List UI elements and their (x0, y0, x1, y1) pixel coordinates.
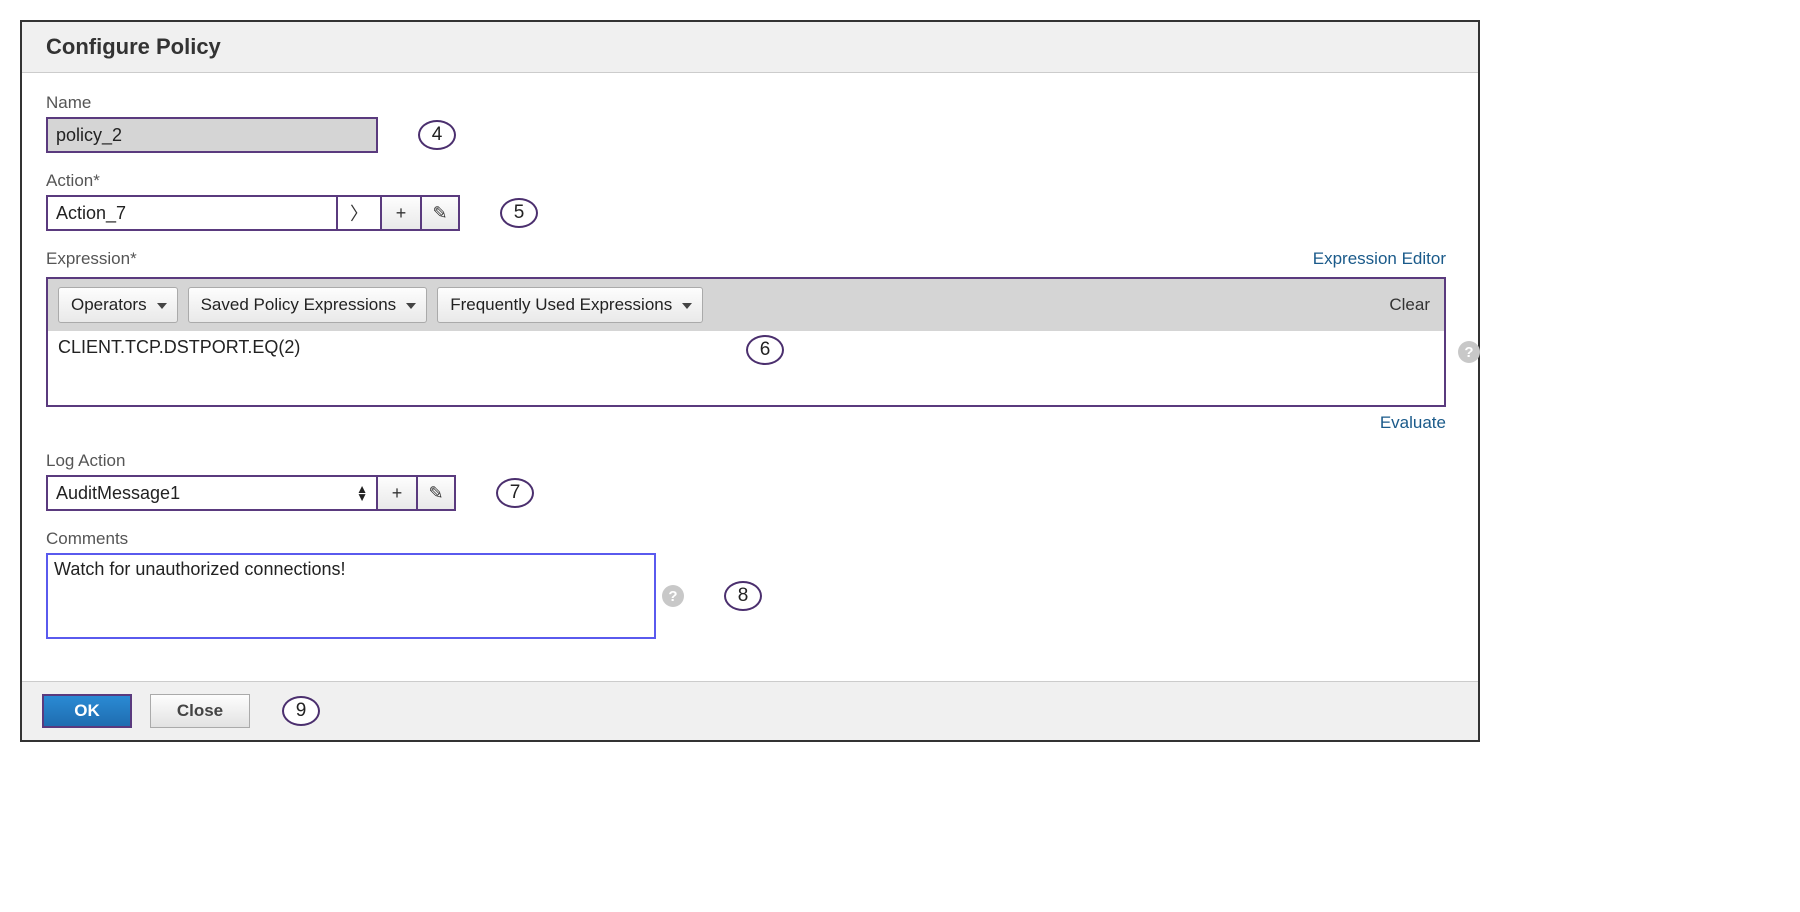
log-action-select[interactable]: AuditMessage1 ▲▼ (46, 475, 376, 511)
pencil-icon: ✎ (432, 203, 447, 224)
log-action-label: Log Action (46, 451, 1454, 471)
expression-label: Expression* (46, 249, 137, 269)
callout-7: 7 (496, 478, 534, 508)
expression-toolbar: Operators Saved Policy Expressions Frequ… (48, 279, 1444, 331)
form-area: Name 4 Action* 〉 + ✎ 5 (22, 73, 1478, 681)
operators-dropdown[interactable]: Operators (58, 287, 178, 323)
pencil-icon: ✎ (428, 483, 443, 504)
saved-expressions-dropdown[interactable]: Saved Policy Expressions (188, 287, 428, 323)
callout-6: 6 (746, 335, 784, 365)
name-block: Name 4 (46, 93, 1454, 153)
help-icon[interactable]: ? (662, 585, 684, 607)
dialog-window: Configure Policy Name 4 Action* 〉 + (20, 20, 1480, 742)
comments-textarea[interactable] (46, 553, 656, 639)
log-action-edit-button[interactable]: ✎ (416, 475, 456, 511)
chevron-right-icon: 〉 (350, 200, 368, 226)
log-action-block: Log Action AuditMessage1 ▲▼ + ✎ 7 (46, 451, 1454, 511)
log-action-value: AuditMessage1 (56, 483, 180, 504)
action-block: Action* 〉 + ✎ 5 (46, 171, 1454, 231)
clear-link[interactable]: Clear (1389, 295, 1430, 315)
evaluate-link[interactable]: Evaluate (1380, 413, 1446, 432)
comments-block: Comments ? 8 (46, 529, 1454, 639)
dialog-title: Configure Policy (46, 34, 1454, 60)
name-input[interactable] (46, 117, 378, 153)
callout-4: 4 (418, 120, 456, 150)
action-add-button[interactable]: + (380, 195, 420, 231)
frequent-expressions-dropdown[interactable]: Frequently Used Expressions (437, 287, 703, 323)
callout-9: 9 (282, 696, 320, 726)
updown-icon: ▲▼ (356, 485, 368, 501)
callout-5: 5 (500, 198, 538, 228)
action-expand-button[interactable]: 〉 (336, 195, 380, 231)
plus-icon: + (392, 483, 403, 504)
expression-text[interactable]: CLIENT.TCP.DSTPORT.EQ(2) (48, 331, 1444, 405)
ok-button[interactable]: OK (42, 694, 132, 728)
log-action-add-button[interactable]: + (376, 475, 416, 511)
dialog-footer: OK Close 9 (22, 681, 1478, 740)
expression-editor-link[interactable]: Expression Editor (1313, 249, 1446, 269)
callout-8: 8 (724, 581, 762, 611)
name-label: Name (46, 93, 1454, 113)
expression-box: Operators Saved Policy Expressions Frequ… (46, 277, 1446, 407)
titlebar: Configure Policy (22, 22, 1478, 73)
plus-icon: + (396, 203, 407, 224)
action-edit-button[interactable]: ✎ (420, 195, 460, 231)
close-button[interactable]: Close (150, 694, 250, 728)
help-icon[interactable]: ? (1458, 341, 1480, 363)
action-label: Action* (46, 171, 1454, 191)
comments-label: Comments (46, 529, 1454, 549)
expression-block: Expression* Expression Editor Operators … (46, 249, 1454, 433)
action-input[interactable] (46, 195, 336, 231)
